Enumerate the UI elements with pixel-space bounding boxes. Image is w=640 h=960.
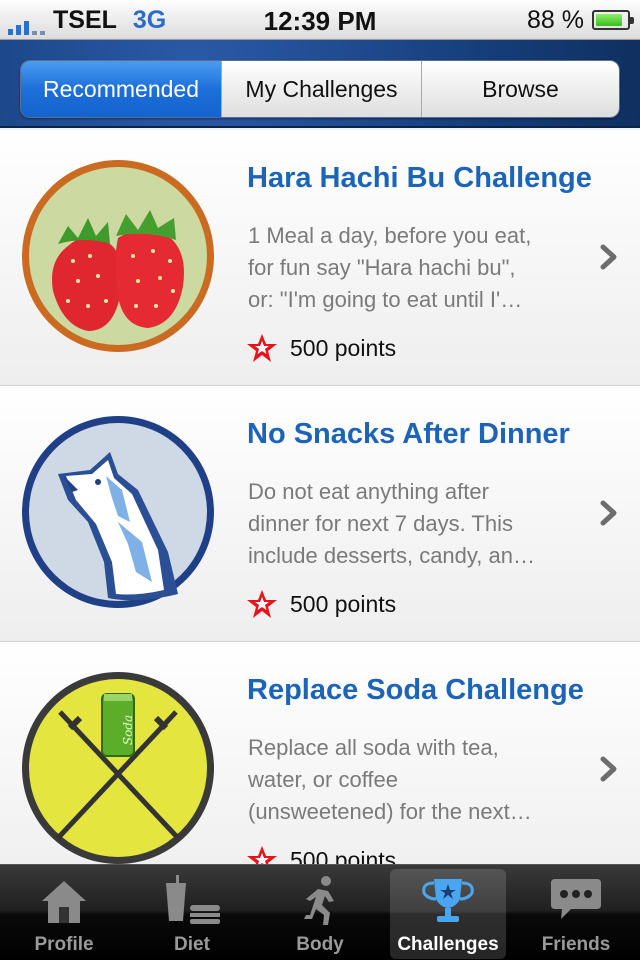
points-label: 500 points [290,846,397,865]
tab-label: Body [296,934,344,955]
chevron-right-icon [600,244,617,270]
status-bar: TSEL 3G 12:39 PM 88 % [0,0,640,40]
tab-label: Challenges [397,934,499,955]
segment-browse[interactable]: Browse [421,61,619,117]
trophy-icon [422,879,474,922]
tab-label: Friends [541,934,611,955]
points-label: 500 points [290,334,397,361]
list-item[interactable]: Soda Replace Soda Challenge Replace all … [0,642,640,864]
star-icon [247,590,277,618]
challenge-description: Replace all soda with tea, water, or cof… [248,735,532,824]
food-icon [166,875,220,924]
challenge-title: No Snacks After Dinner [247,418,570,450]
challenge-points: 500 points [246,332,396,364]
segmented-control: Recommended My Challenges Browse [20,60,620,118]
tab-body[interactable]: Body [256,865,384,960]
challenge-description: Do not eat anything after dinner for nex… [248,479,535,568]
header: Recommended My Challenges Browse [0,40,640,128]
wolf-badge-icon [22,416,214,608]
challenge-points: 500 points [246,844,396,864]
challenge-list[interactable]: Hara Hachi Bu Challenge 1 Meal a day, be… [0,130,640,864]
soda-badge-icon: Soda [22,672,214,864]
segment-recommended[interactable]: Recommended [21,61,221,117]
runner-icon [304,876,334,925]
challenge-title: Replace Soda Challenge [247,674,584,706]
tab-challenges[interactable]: Challenges [384,865,512,960]
tab-bar: Profile Diet Body Challenges Friends [0,864,640,960]
tab-diet[interactable]: Diet [128,865,256,960]
tab-profile[interactable]: Profile [0,865,128,960]
chevron-right-icon [600,756,617,782]
list-item[interactable]: Hara Hachi Bu Challenge 1 Meal a day, be… [0,130,640,386]
strawberry-badge-icon [22,160,214,352]
house-icon [42,881,86,923]
list-item[interactable]: No Snacks After Dinner Do not eat anythi… [0,386,640,642]
challenge-points: 500 points [246,588,396,620]
battery-icon [592,10,634,30]
challenge-title: Hara Hachi Bu Challenge [247,162,592,194]
star-icon [247,846,277,864]
tab-friends[interactable]: Friends [512,865,640,960]
chat-bubble-icon [551,879,601,919]
points-label: 500 points [290,590,397,617]
battery-percent: 88 % [527,6,584,34]
star-icon [247,334,277,362]
chevron-right-icon [600,500,617,526]
tab-label: Diet [174,934,210,955]
segment-my-challenges[interactable]: My Challenges [221,61,421,117]
svg-text:Soda: Soda [121,715,135,745]
challenge-description: 1 Meal a day, before you eat, for fun sa… [248,223,532,312]
tab-label: Profile [34,934,94,955]
